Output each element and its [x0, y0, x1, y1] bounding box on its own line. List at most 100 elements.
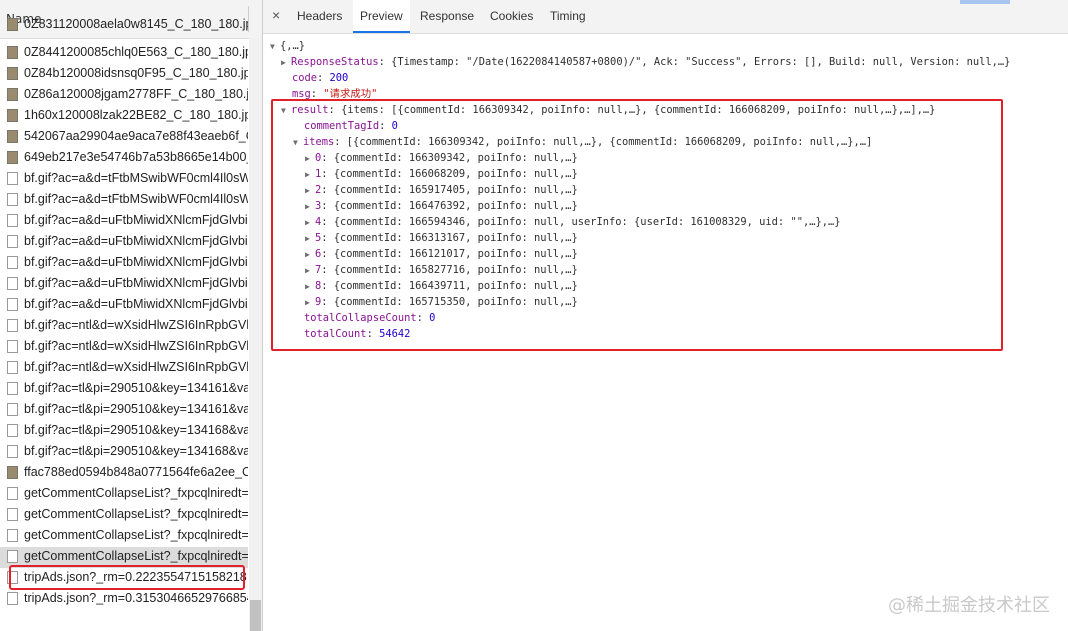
- document-icon: [7, 298, 18, 311]
- image-file-icon: [7, 67, 18, 80]
- list-item[interactable]: ffac788ed0594b848a0771564fe6a2ee_C_1: [0, 463, 248, 484]
- json-code: code: 200: [292, 72, 349, 84]
- request-name: getCommentCollapseList?_fxpcqlniredt=0: [24, 486, 248, 500]
- request-rows: 0Z831120008aela0w8145_C_180_180.jpg 0Z84…: [0, 17, 248, 610]
- list-item[interactable]: bf.gif?ac=tl&pi=290510&key=134168&va: [0, 421, 248, 442]
- scrollbar-thumb[interactable]: [250, 600, 261, 631]
- list-item[interactable]: 0Z86a120008jgam2778FF_C_180_180.jpg: [0, 85, 248, 106]
- list-item[interactable]: tripAds.json?_rm=0.31530466529766854: [0, 589, 248, 610]
- request-name: bf.gif?ac=tl&pi=290510&key=134161&va: [24, 402, 248, 416]
- tab-headers[interactable]: Headers: [297, 9, 342, 23]
- document-icon: [7, 550, 18, 563]
- list-item[interactable]: 0Z831120008aela0w8145_C_180_180.jpg: [0, 15, 248, 36]
- document-icon: [7, 172, 18, 185]
- list-item[interactable]: bf.gif?ac=a&d=tFtbMSwibWF0cml4Il0sWz: [0, 169, 248, 190]
- request-name: 0Z8441200085chlq0E563_C_180_180.jpg: [24, 45, 248, 59]
- image-file-icon: [7, 466, 18, 479]
- code-value: 200: [329, 72, 349, 84]
- image-file-icon: [7, 130, 18, 143]
- request-name: ffac788ed0594b848a0771564fe6a2ee_C_1: [24, 465, 248, 479]
- scrollbar-track[interactable]: [249, 38, 262, 631]
- request-name: bf.gif?ac=tl&pi=290510&key=134161&va: [24, 381, 248, 395]
- request-name: 542067aa29904ae9aca7e88f43eaeb6f_C_1: [24, 129, 248, 143]
- json-root[interactable]: ▼ {,…}: [270, 38, 305, 55]
- request-name: 0Z831120008aela0w8145_C_180_180.jpg: [24, 17, 248, 31]
- list-item[interactable]: bf.gif?ac=ntl&d=wXsidHlwZSI6InRpbGVkX: [0, 358, 248, 379]
- root-summary: {,…}: [280, 40, 306, 52]
- list-item[interactable]: 0Z8441200085chlq0E563_C_180_180.jpg: [0, 43, 248, 64]
- highlight-box-result: [271, 99, 1003, 351]
- list-item[interactable]: bf.gif?ac=a&d=uFtbMiwidXNlcmFjdGlvbiJ: [0, 211, 248, 232]
- request-name: bf.gif?ac=ntl&d=wXsidHlwZSI6InRpbGVkX: [24, 339, 248, 353]
- accent-strip: [960, 0, 1010, 4]
- image-file-icon: [7, 88, 18, 101]
- watermark: @稀土掘金技术社区: [888, 595, 1050, 616]
- document-icon: [7, 403, 18, 416]
- expanded-triangle-icon[interactable]: ▼: [270, 39, 280, 55]
- list-item[interactable]: 649eb217e3e54746b7a53b8665e14b00_C: [0, 148, 248, 169]
- close-icon[interactable]: ×: [272, 7, 280, 23]
- document-icon: [7, 508, 18, 521]
- list-item[interactable]: getCommentCollapseList?_fxpcqlniredt=0: [0, 526, 248, 547]
- image-file-icon: [7, 46, 18, 59]
- tab-timing[interactable]: Timing: [550, 9, 586, 23]
- document-icon: [7, 424, 18, 437]
- tab-preview[interactable]: Preview: [353, 0, 410, 33]
- list-item[interactable]: 0Z84b120008idsnsq0F95_C_180_180.jpg: [0, 64, 248, 85]
- document-icon: [7, 214, 18, 227]
- image-file-icon: [7, 151, 18, 164]
- tab-cookies[interactable]: Cookies: [490, 9, 533, 23]
- request-name: bf.gif?ac=ntl&d=wXsidHlwZSI6InRpbGVkX: [24, 360, 248, 374]
- document-icon: [7, 382, 18, 395]
- list-item[interactable]: 1h60x120008lzak22BE82_C_180_180.jpg: [0, 106, 248, 127]
- request-name: bf.gif?ac=tl&pi=290510&key=134168&va: [24, 444, 248, 458]
- request-name: 649eb217e3e54746b7a53b8665e14b00_C: [24, 150, 248, 164]
- request-name: getCommentCollapseList?_fxpcqlniredt=0: [24, 507, 248, 521]
- request-name: bf.gif?ac=a&d=tFtbMSwibWF0cml4Il0sWz: [24, 192, 248, 206]
- request-name: getCommentCollapseList?_fxpcqlniredt=0: [24, 549, 248, 563]
- document-icon: [7, 277, 18, 290]
- list-item[interactable]: bf.gif?ac=ntl&d=wXsidHlwZSI6InRpbGVkX: [0, 337, 248, 358]
- document-icon: [7, 193, 18, 206]
- list-item[interactable]: bf.gif?ac=a&d=tFtbMSwibWF0cml4Il0sWz: [0, 190, 248, 211]
- list-item[interactable]: 542067aa29904ae9aca7e88f43eaeb6f_C_1: [0, 127, 248, 148]
- list-item[interactable]: bf.gif?ac=a&d=uFtbMiwidXNlcmFjdGlvbiJ: [0, 232, 248, 253]
- request-name: bf.gif?ac=a&d=uFtbMiwidXNlcmFjdGlvbiJ: [24, 234, 248, 248]
- column-divider: [248, 6, 249, 32]
- document-icon: [7, 340, 18, 353]
- list-item[interactable]: bf.gif?ac=ntl&d=wXsidHlwZSI6InRpbGVkX: [0, 316, 248, 337]
- tab-response[interactable]: Response: [420, 9, 474, 23]
- image-file-icon: [7, 18, 18, 31]
- document-icon: [7, 235, 18, 248]
- request-name: tripAds.json?_rm=0.31530466529766854: [24, 591, 248, 605]
- list-item[interactable]: bf.gif?ac=a&d=uFtbMiwidXNlcmFjdGlvbiJ: [0, 274, 248, 295]
- list-item[interactable]: bf.gif?ac=tl&pi=290510&key=134161&va: [0, 400, 248, 421]
- detail-tab-bar: × Headers Preview Response Cookies Timin…: [263, 0, 1068, 34]
- request-name: getCommentCollapseList?_fxpcqlniredt=0: [24, 528, 248, 542]
- collapsed-triangle-icon[interactable]: ▶: [281, 55, 291, 71]
- request-name: bf.gif?ac=a&d=uFtbMiwidXNlcmFjdGlvbiJ: [24, 276, 248, 290]
- list-item[interactable]: bf.gif?ac=a&d=uFtbMiwidXNlcmFjdGlvbiJ: [0, 253, 248, 274]
- list-item[interactable]: getCommentCollapseList?_fxpcqlniredt=0: [0, 505, 248, 526]
- request-name: 1h60x120008lzak22BE82_C_180_180.jpg: [24, 108, 248, 122]
- request-name: bf.gif?ac=ntl&d=wXsidHlwZSI6InRpbGVkX: [24, 318, 248, 332]
- request-name: bf.gif?ac=a&d=uFtbMiwidXNlcmFjdGlvbiJ: [24, 213, 248, 227]
- list-item[interactable]: bf.gif?ac=tl&pi=290510&key=134161&va: [0, 379, 248, 400]
- list-item[interactable]: bf.gif?ac=tl&pi=290510&key=134168&va: [0, 442, 248, 463]
- json-response-status[interactable]: ▶ ResponseStatus: {Timestamp: "/Date(1622…: [281, 54, 1010, 71]
- request-name: bf.gif?ac=a&d=uFtbMiwidXNlcmFjdGlvbiJ: [24, 297, 248, 311]
- document-icon: [7, 319, 18, 332]
- list-item[interactable]: bf.gif?ac=a&d=uFtbMiwidXNlcmFjdGlvbiJ: [0, 295, 248, 316]
- list-item[interactable]: getCommentCollapseList?_fxpcqlniredt=0: [0, 484, 248, 505]
- request-name: 0Z84b120008idsnsq0F95_C_180_180.jpg: [24, 66, 248, 80]
- request-name: bf.gif?ac=a&d=tFtbMSwibWF0cml4Il0sWz: [24, 171, 248, 185]
- document-icon: [7, 361, 18, 374]
- document-icon: [7, 256, 18, 269]
- image-file-icon: [7, 109, 18, 122]
- request-name: 0Z86a120008jgam2778FF_C_180_180.jpg: [24, 87, 248, 101]
- document-icon: [7, 487, 18, 500]
- request-name: bf.gif?ac=tl&pi=290510&key=134168&va: [24, 423, 248, 437]
- request-name: bf.gif?ac=a&d=uFtbMiwidXNlcmFjdGlvbiJ: [24, 255, 248, 269]
- document-icon: [7, 529, 18, 542]
- network-request-list: Name 0Z831120008aela0w8145_C_180_180.jpg…: [0, 0, 263, 631]
